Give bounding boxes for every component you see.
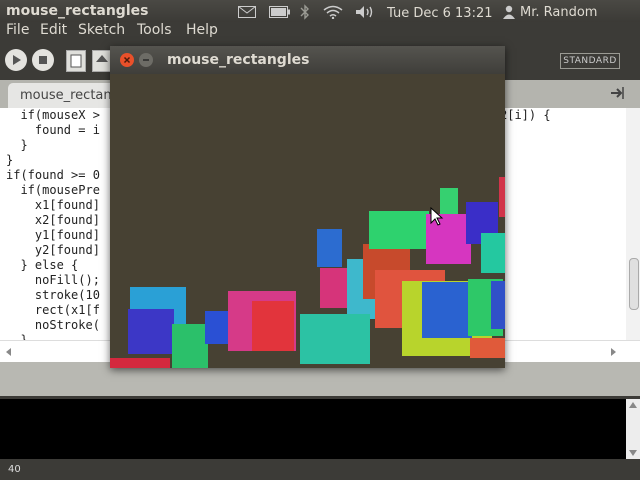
sketch-canvas[interactable]	[110, 74, 505, 368]
code-fragment-right: 2[i]) {	[500, 108, 551, 122]
close-button[interactable]	[120, 53, 134, 67]
code-line: y2[found]	[6, 243, 100, 257]
scroll-thumb[interactable]	[629, 258, 639, 310]
code-line: if(found >= 0	[6, 168, 100, 182]
app-title: mouse_rectangles	[6, 3, 149, 19]
editor-vertical-scrollbar[interactable]	[626, 108, 640, 340]
sketch-rectangle	[300, 314, 370, 364]
menu-help[interactable]: Help	[186, 22, 218, 38]
code-line: x2[found]	[6, 213, 100, 227]
code-text: if(mouseX > found = i }} if(found >= 0 if…	[6, 108, 100, 348]
run-button[interactable]	[5, 49, 27, 71]
code-line: }	[6, 138, 28, 152]
close-icon	[123, 56, 131, 64]
code-line: } else {	[6, 258, 79, 272]
code-line: if(mousePre	[6, 183, 100, 197]
code-line: y1[found]	[6, 228, 100, 242]
sketch-rectangle	[317, 229, 342, 267]
play-icon	[13, 55, 21, 65]
new-button[interactable]	[66, 50, 86, 72]
top-panel: mouse_rectangles Tue Dec 6 13:21 Mr. Ran…	[0, 0, 640, 24]
bluetooth-icon[interactable]	[298, 3, 312, 21]
sketch-rectangle	[110, 358, 170, 368]
wifi-icon[interactable]	[322, 3, 344, 21]
mouse-cursor-icon	[430, 207, 444, 226]
sketch-title: mouse_rectangles	[167, 52, 310, 68]
footer-bar: 40	[0, 460, 640, 480]
menu-tools[interactable]: Tools	[137, 22, 172, 38]
code-line: stroke(10	[6, 288, 100, 302]
sketch-titlebar[interactable]: mouse_rectangles	[110, 46, 505, 74]
minimize-button[interactable]	[139, 53, 153, 67]
clock[interactable]: Tue Dec 6 13:21	[387, 4, 493, 22]
sketch-window[interactable]: mouse_rectangles	[110, 46, 505, 368]
code-line: x1[found]	[6, 198, 100, 212]
code-line: found = i	[6, 123, 100, 137]
battery-icon[interactable]	[268, 3, 292, 21]
sketch-rectangle	[172, 324, 208, 368]
user-menu[interactable]: Mr. Random	[503, 3, 597, 21]
sketch-rectangle	[491, 281, 505, 329]
scroll-right-icon[interactable]	[608, 347, 618, 357]
sketch-rectangle	[499, 177, 505, 217]
sketch-rectangle	[252, 301, 294, 351]
user-icon	[503, 5, 515, 19]
sketch-rectangle	[481, 233, 505, 273]
new-file-icon	[70, 54, 82, 68]
tab-menu-arrow-icon[interactable]	[610, 86, 624, 100]
menu-sketch[interactable]: Sketch	[78, 22, 125, 38]
stop-button[interactable]	[32, 49, 54, 71]
code-line: rect(x1[f	[6, 303, 100, 317]
sketch-rectangle	[369, 211, 429, 249]
open-icon	[96, 55, 108, 62]
open-button[interactable]	[92, 50, 112, 72]
sketch-rectangle	[422, 282, 472, 338]
mode-button[interactable]: STANDARD	[560, 53, 620, 69]
sketch-rectangle	[128, 309, 174, 354]
sketch-rectangle	[470, 338, 505, 358]
line-number: 40	[8, 464, 21, 475]
scroll-up-icon[interactable]	[628, 401, 638, 409]
menu-edit[interactable]: Edit	[40, 22, 67, 38]
code-line: }	[6, 153, 14, 167]
mail-icon[interactable]	[237, 3, 257, 21]
volume-icon[interactable]	[354, 3, 376, 21]
menu-file[interactable]: File	[6, 22, 29, 38]
menu-bar: File Edit Sketch Tools Help	[0, 22, 640, 42]
code-line: noFill();	[6, 273, 100, 287]
minimize-icon	[143, 59, 149, 61]
stop-icon	[39, 56, 47, 64]
scroll-down-icon[interactable]	[628, 449, 638, 457]
code-line: noStroke(	[6, 318, 100, 332]
console-scrollbar[interactable]	[626, 399, 640, 459]
code-line: if(mouseX >	[6, 108, 100, 122]
console[interactable]	[0, 399, 626, 459]
scroll-left-icon[interactable]	[4, 347, 14, 357]
user-name: Mr. Random	[520, 4, 598, 20]
